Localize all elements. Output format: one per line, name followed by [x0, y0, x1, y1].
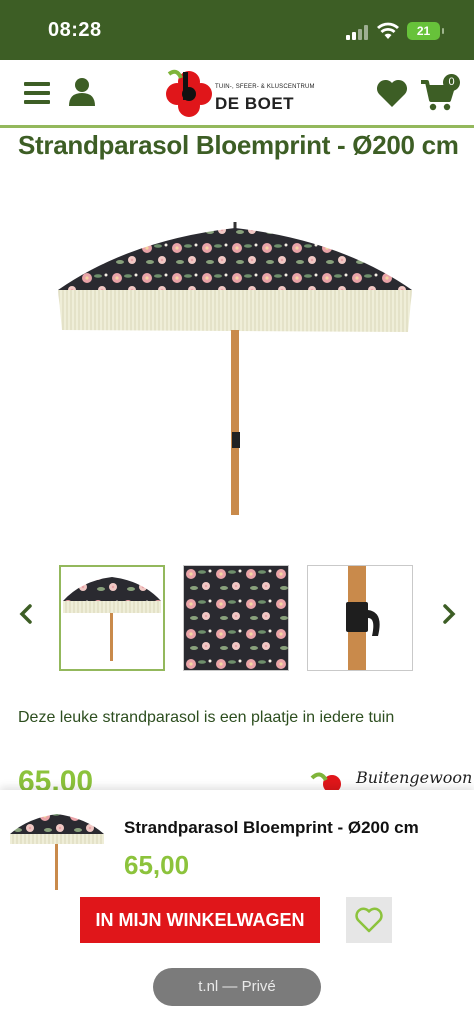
hamburger-icon[interactable]	[24, 82, 50, 104]
site-logo[interactable]: TUIN-, SFEER- & KLUSCENTRUM DE BOET	[163, 68, 315, 120]
chevron-right-icon[interactable]	[437, 600, 461, 628]
thumb-pole-image	[346, 566, 380, 670]
status-bar: 08:28 21	[0, 0, 474, 60]
user-icon[interactable]	[69, 78, 95, 106]
signal-icon	[346, 24, 370, 40]
cart-count-badge: 0	[443, 74, 460, 91]
add-to-wishlist-button[interactable]	[346, 897, 392, 943]
brand-slogan: Buitengewoon	[356, 768, 473, 787]
thumb-umbrella-image	[63, 577, 161, 661]
product-title: Strandparasol Bloemprint - Ø200 cm	[18, 130, 459, 160]
thumb-fabric-image	[184, 566, 288, 670]
battery-level: 21	[416, 24, 431, 38]
wifi-icon	[377, 22, 399, 39]
sticky-product-title: Strandparasol Bloemprint - Ø200 cm	[124, 818, 419, 837]
logo-tagline: TUIN-, SFEER- & KLUSCENTRUM	[215, 84, 315, 90]
product-description: Deze leuke strandparasol is een plaatje …	[18, 709, 395, 726]
battery-icon: 21	[407, 22, 444, 40]
product-main-image[interactable]	[50, 210, 420, 530]
gallery-thumb-1[interactable]	[59, 565, 165, 671]
browser-url-bar[interactable]: t.nl — Privé	[153, 968, 321, 1006]
gallery-thumb-2[interactable]	[183, 565, 289, 671]
heart-icon[interactable]	[376, 78, 408, 108]
cart-button[interactable]: 0	[420, 74, 460, 111]
heart-outline-icon	[355, 907, 383, 933]
chevron-left-icon[interactable]	[14, 600, 38, 628]
logo-name: DE BOET	[215, 94, 295, 113]
status-time: 08:28	[48, 19, 102, 41]
sticky-product-price: 65,00	[124, 850, 190, 880]
add-to-cart-button[interactable]: IN MIJN WINKELWAGEN	[80, 897, 320, 943]
site-header: TUIN-, SFEER- & KLUSCENTRUM DE BOET 0	[0, 60, 474, 128]
gallery-thumb-3[interactable]	[307, 565, 413, 671]
sticky-product-image	[10, 814, 104, 890]
flower-logo-icon	[166, 69, 212, 117]
